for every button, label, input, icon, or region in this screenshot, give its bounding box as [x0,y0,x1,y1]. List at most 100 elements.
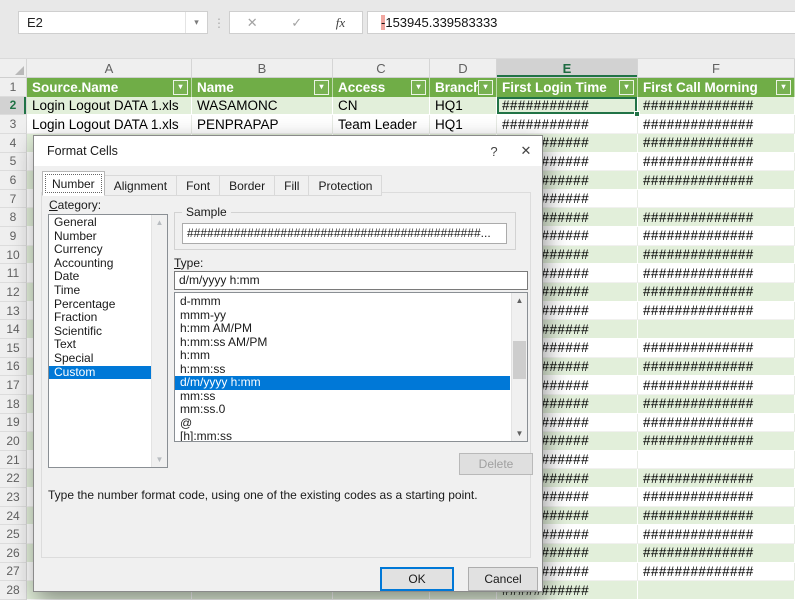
type-option[interactable]: mm:ss.0 [175,403,510,417]
column-header-C[interactable]: C [333,59,430,78]
category-item-time[interactable]: Time [49,284,151,298]
cell-F15[interactable]: ############## [638,339,795,358]
type-listbox[interactable]: d-mmmmmm-yyh:mm AM/PMh:mm:ss AM/PMh:mmh:… [174,292,528,442]
tab-fill[interactable]: Fill [274,175,309,196]
cell-A2[interactable]: Login Logout DATA 1.xls [27,97,192,116]
cell-F27[interactable]: ############## [638,563,795,582]
row-number-10[interactable]: 10 [0,246,27,265]
cell-F20[interactable]: ############## [638,432,795,451]
scroll-up-icon[interactable]: ▲ [512,293,527,308]
type-option[interactable]: h:mm:ss AM/PM [175,336,510,350]
category-item-fraction[interactable]: Fraction [49,311,151,325]
table-column-header[interactable]: Access▾ [333,78,430,97]
tab-alignment[interactable]: Alignment [104,175,177,196]
cell-F28[interactable] [638,581,795,600]
category-item-text[interactable]: Text [49,338,151,352]
type-input[interactable]: d/m/yyyy h:mm [174,271,528,290]
type-option[interactable]: h:mm:ss [175,363,510,377]
row-number-19[interactable]: 19 [0,414,27,433]
cell-F5[interactable]: ############## [638,153,795,172]
type-option[interactable]: d-mmm [175,295,510,309]
cell-F14[interactable] [638,320,795,339]
row-number-8[interactable]: 8 [0,208,27,227]
cell-B2[interactable]: WASAMONC [192,97,333,116]
row-number-5[interactable]: 5 [0,153,27,172]
filter-dropdown-icon[interactable]: ▾ [776,80,791,95]
cell-F13[interactable]: ############## [638,302,795,321]
tab-number[interactable]: Number [42,171,105,196]
filter-dropdown-icon[interactable]: ▾ [314,80,329,95]
row-number-22[interactable]: 22 [0,469,27,488]
cell-F23[interactable]: ############## [638,488,795,507]
cell-F10[interactable]: ############## [638,246,795,265]
ok-button[interactable]: OK [380,567,454,591]
cell-D3[interactable]: HQ1 [430,115,497,134]
row-number-11[interactable]: 11 [0,264,27,283]
dialog-close-icon[interactable]: ✕ [510,136,542,166]
cell-E3[interactable]: ########### [497,115,638,134]
scroll-down-icon[interactable]: ▼ [512,426,527,441]
row-number-2[interactable]: 2 [0,97,27,116]
filter-dropdown-icon[interactable]: ▾ [619,80,634,95]
category-item-accounting[interactable]: Accounting [49,257,151,271]
name-box[interactable]: E2 ▾ [18,11,208,34]
row-number-4[interactable]: 4 [0,134,27,153]
category-item-general[interactable]: General [49,216,151,230]
cell-E2[interactable]: ########### [497,97,638,116]
cancel-button[interactable]: Cancel [468,567,538,591]
fill-handle[interactable] [634,111,640,117]
dialog-help-button[interactable]: ? [478,136,510,166]
row-number-9[interactable]: 9 [0,227,27,246]
column-header-E[interactable]: E [497,59,638,78]
row-number-15[interactable]: 15 [0,339,27,358]
cell-A3[interactable]: Login Logout DATA 1.xls [27,115,192,134]
cell-F22[interactable]: ############## [638,469,795,488]
tab-border[interactable]: Border [219,175,275,196]
filter-dropdown-icon[interactable]: ▾ [478,80,493,95]
table-column-header[interactable]: First Login Time▾ [497,78,638,97]
cancel-entry-icon[interactable]: ✕ [247,15,258,31]
scroll-down-icon[interactable]: ▼ [152,452,167,467]
cell-D2[interactable]: HQ1 [430,97,497,116]
row-number-26[interactable]: 26 [0,544,27,563]
category-item-currency[interactable]: Currency [49,243,151,257]
row-number-28[interactable]: 28 [0,581,27,600]
row-number-20[interactable]: 20 [0,432,27,451]
cell-F11[interactable]: ############## [638,264,795,283]
cell-F24[interactable]: ############## [638,507,795,526]
tab-protection[interactable]: Protection [308,175,382,196]
table-column-header[interactable]: Source.Name▾ [27,78,192,97]
formula-input[interactable]: -153945.339583333 [367,11,795,34]
name-box-dropdown-icon[interactable]: ▾ [185,12,207,33]
type-option[interactable]: @ [175,417,510,431]
dialog-titlebar[interactable]: Format Cells ? ✕ [34,136,542,166]
row-number-13[interactable]: 13 [0,302,27,321]
row-number-18[interactable]: 18 [0,395,27,414]
category-scrollbar[interactable]: ▲ ▼ [151,215,167,467]
filter-dropdown-icon[interactable]: ▾ [173,80,188,95]
row-number-21[interactable]: 21 [0,451,27,470]
category-item-scientific[interactable]: Scientific [49,325,151,339]
row-number-25[interactable]: 25 [0,525,27,544]
type-scrollbar[interactable]: ▲ ▼ [511,293,527,441]
row-number-16[interactable]: 16 [0,358,27,377]
row-number-1[interactable]: 1 [0,78,27,97]
tab-font[interactable]: Font [176,175,220,196]
cell-F21[interactable] [638,451,795,470]
row-number-23[interactable]: 23 [0,488,27,507]
cell-F18[interactable]: ############## [638,395,795,414]
cell-F9[interactable]: ############## [638,227,795,246]
scrollbar-thumb[interactable] [513,341,526,379]
cell-F17[interactable]: ############## [638,376,795,395]
cell-F25[interactable]: ############## [638,525,795,544]
cell-C2[interactable]: CN [333,97,430,116]
column-header-D[interactable]: D [430,59,497,78]
type-option[interactable]: h:mm AM/PM [175,322,510,336]
column-header-B[interactable]: B [192,59,333,78]
category-item-date[interactable]: Date [49,270,151,284]
table-column-header[interactable]: Branch▾ [430,78,497,97]
row-number-27[interactable]: 27 [0,563,27,582]
select-all-corner[interactable] [0,59,27,78]
cell-F26[interactable]: ############## [638,544,795,563]
row-number-12[interactable]: 12 [0,283,27,302]
